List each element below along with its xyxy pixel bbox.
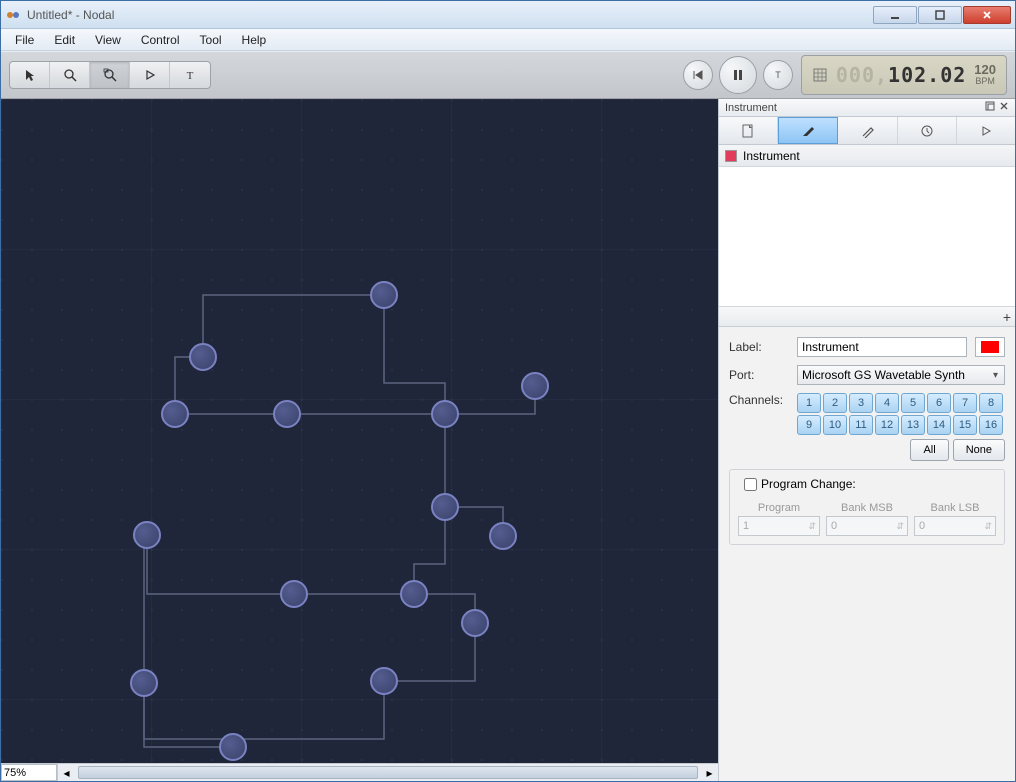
tab-edit[interactable] (778, 117, 838, 144)
graph-node[interactable] (370, 281, 398, 309)
channel-2[interactable]: 2 (823, 393, 847, 413)
instrument-name: Instrument (743, 149, 800, 163)
graph-node[interactable] (130, 669, 158, 697)
scroll-thumb[interactable] (78, 766, 698, 779)
window-title: Untitled* - Nodal (27, 8, 872, 22)
channel-6[interactable]: 6 (927, 393, 951, 413)
menu-tool[interactable]: Tool (190, 30, 232, 50)
label-input[interactable] (797, 337, 967, 357)
instrument-panel: Instrument Instrument + (719, 99, 1015, 781)
svg-text:T: T (775, 70, 781, 80)
horizontal-scrollbar[interactable]: ◂ ▸ (57, 764, 718, 781)
channel-15[interactable]: 15 (953, 415, 977, 435)
rewind-button[interactable] (683, 60, 713, 90)
tab-draw[interactable] (838, 117, 897, 144)
channel-7[interactable]: 7 (953, 393, 977, 413)
menu-control[interactable]: Control (131, 30, 190, 50)
add-instrument-button[interactable]: + (1003, 309, 1011, 325)
channel-14[interactable]: 14 (927, 415, 951, 435)
grid-icon (812, 67, 828, 83)
channel-12[interactable]: 12 (875, 415, 899, 435)
bpm-display: 120BPM (974, 63, 996, 87)
channels-all-button[interactable]: All (910, 439, 948, 461)
channel-16[interactable]: 16 (979, 415, 1003, 435)
zoom-select[interactable] (1, 764, 57, 781)
program-change-checkbox[interactable] (744, 478, 757, 491)
titlebar[interactable]: Untitled* - Nodal (1, 1, 1015, 29)
panel-title: Instrument (725, 102, 777, 114)
color-picker-button[interactable] (975, 337, 1005, 357)
counter-box: 000,102.02 120BPM (801, 55, 1007, 95)
close-button[interactable] (963, 6, 1011, 24)
menu-edit[interactable]: Edit (44, 30, 85, 50)
channels-label: Channels: (729, 393, 789, 407)
graph-node[interactable] (489, 522, 517, 550)
tempo-button[interactable]: T (763, 60, 793, 90)
tab-clock[interactable] (898, 117, 957, 144)
menu-help[interactable]: Help (232, 30, 277, 50)
channel-1[interactable]: 1 (797, 393, 821, 413)
maximize-button[interactable] (918, 6, 962, 24)
instrument-list-item[interactable]: Instrument (719, 145, 1015, 167)
minimize-button[interactable] (873, 6, 917, 24)
app-icon (5, 7, 21, 23)
scroll-left-button[interactable]: ◂ (58, 764, 75, 781)
tool-zoom[interactable] (50, 62, 90, 88)
program-change-label: Program Change: (761, 477, 856, 491)
tool-zoom-region[interactable] (90, 62, 130, 88)
channels-none-button[interactable]: None (953, 439, 1005, 461)
port-select[interactable]: Microsoft GS Wavetable Synth (797, 365, 1005, 385)
program-spinner[interactable]: 1 (738, 516, 820, 536)
tab-play[interactable] (957, 117, 1015, 144)
graph-node[interactable] (521, 372, 549, 400)
channel-13[interactable]: 13 (901, 415, 925, 435)
svg-text:T: T (187, 70, 194, 82)
channel-8[interactable]: 8 (979, 393, 1003, 413)
position-counter: 000,102.02 (836, 63, 966, 87)
graph-node[interactable] (400, 580, 428, 608)
tool-text[interactable]: T (170, 62, 210, 88)
menubar: FileEditViewControlToolHelp (1, 29, 1015, 51)
channel-5[interactable]: 5 (901, 393, 925, 413)
graph-node[interactable] (219, 733, 247, 761)
undock-icon[interactable] (985, 101, 995, 114)
graph-node[interactable] (161, 400, 189, 428)
pause-button[interactable] (719, 56, 757, 94)
graph-node[interactable] (189, 343, 217, 371)
channel-10[interactable]: 10 (823, 415, 847, 435)
menu-view[interactable]: View (85, 30, 131, 50)
graph-node[interactable] (280, 580, 308, 608)
instrument-color-icon (725, 150, 737, 162)
tool-play[interactable] (130, 62, 170, 88)
scroll-right-button[interactable]: ▸ (701, 764, 718, 781)
graph-node[interactable] (431, 400, 459, 428)
close-panel-icon[interactable] (999, 101, 1009, 114)
tool-pointer[interactable] (10, 62, 50, 88)
node-canvas[interactable] (1, 99, 718, 763)
instrument-list[interactable] (719, 167, 1015, 307)
port-label: Port: (729, 368, 789, 382)
graph-node[interactable] (431, 493, 459, 521)
graph-node[interactable] (273, 400, 301, 428)
tab-new[interactable] (719, 117, 778, 144)
channel-3[interactable]: 3 (849, 393, 873, 413)
bank-msb-spinner[interactable]: 0 (826, 516, 908, 536)
channel-11[interactable]: 11 (849, 415, 873, 435)
channel-9[interactable]: 9 (797, 415, 821, 435)
toolbar: T T 000,102.02 120BPM (1, 51, 1015, 99)
channel-4[interactable]: 4 (875, 393, 899, 413)
graph-node[interactable] (133, 521, 161, 549)
bank-lsb-spinner[interactable]: 0 (914, 516, 996, 536)
graph-node[interactable] (370, 667, 398, 695)
menu-file[interactable]: File (5, 30, 44, 50)
graph-node[interactable] (461, 609, 489, 637)
label-label: Label: (729, 340, 789, 354)
